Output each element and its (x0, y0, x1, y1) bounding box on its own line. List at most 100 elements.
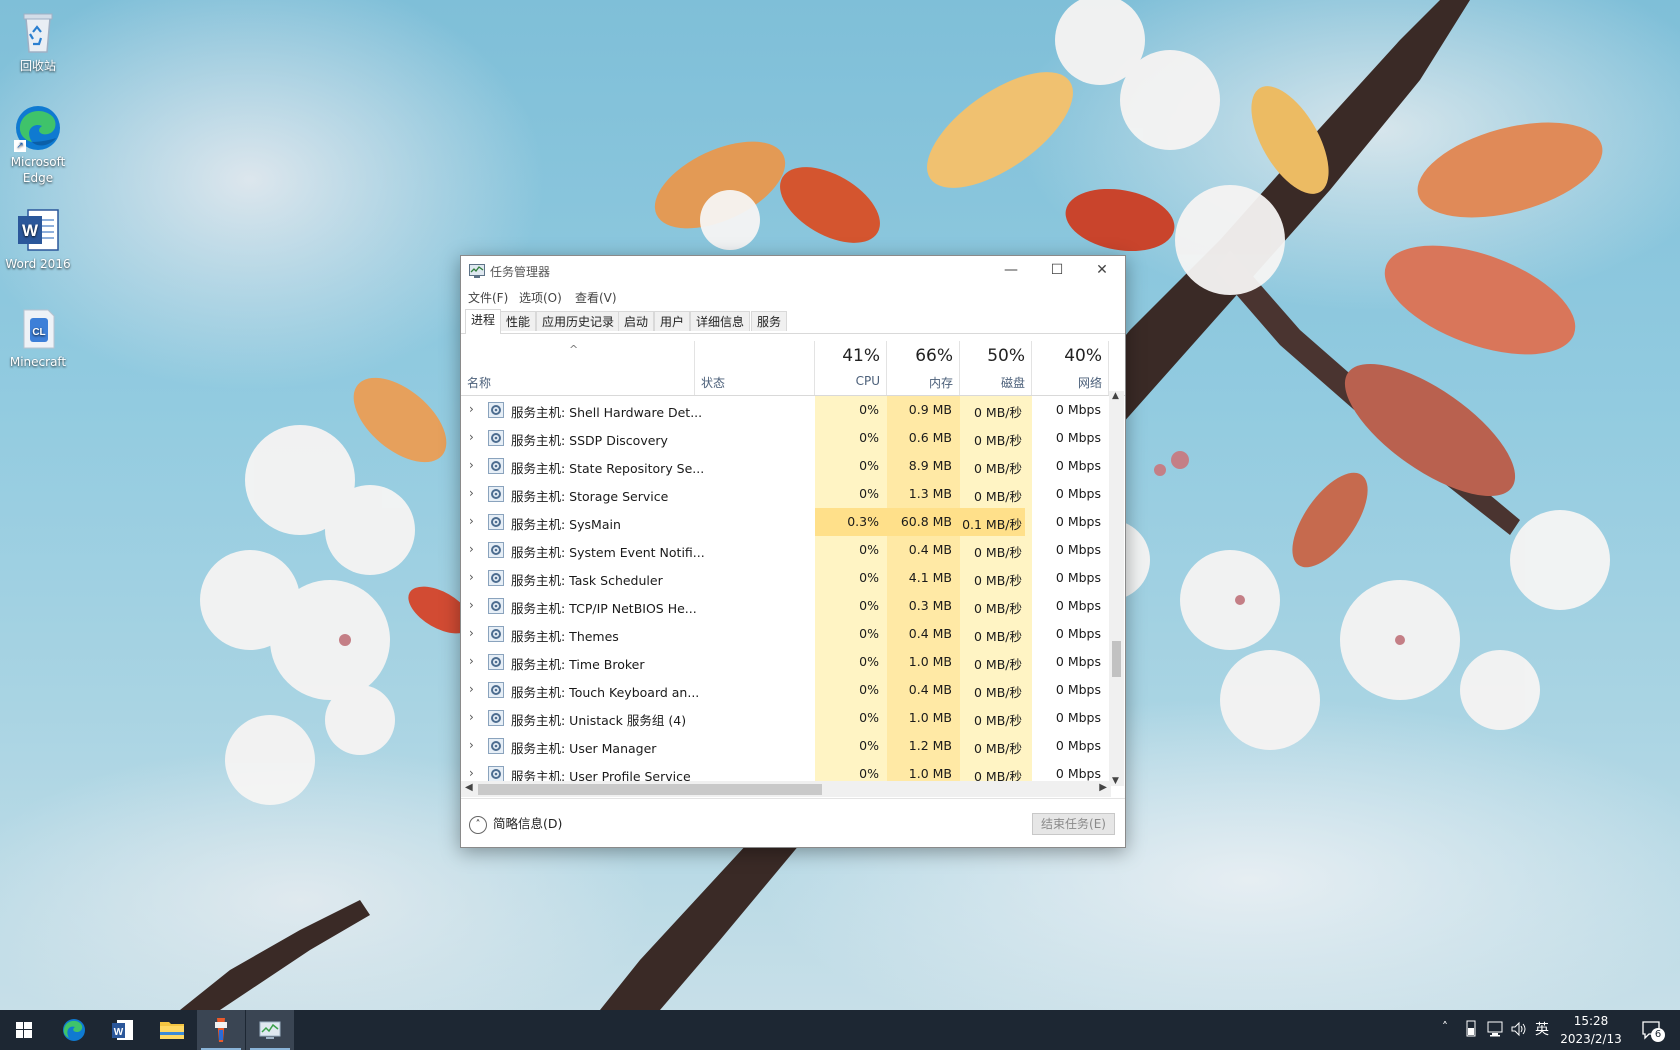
minimize-button[interactable]: — (988, 256, 1034, 286)
desktop-icon-recycle-bin[interactable]: 回收站 (0, 8, 76, 74)
expand-chevron-icon[interactable]: › (469, 486, 474, 500)
process-row[interactable]: › 服务主机: Shell Hardware Det... 0% 0.9 MB 0 MB… (461, 396, 1111, 424)
sort-ascending-icon: ^ (569, 343, 579, 356)
menu-file[interactable]: 文件(F) (468, 289, 508, 306)
scroll-up-icon[interactable]: ▲ (1112, 391, 1119, 401)
expand-chevron-icon[interactable]: › (469, 402, 474, 416)
clock[interactable]: 15:28 2023/2/13 (1556, 1012, 1626, 1048)
process-network: 0 Mbps (1055, 766, 1101, 781)
process-cpu: 0% (859, 626, 879, 641)
process-disk: 0 MB/秒 (974, 573, 1022, 588)
taskbar-word-button[interactable]: W (99, 1010, 147, 1050)
process-row[interactable]: › 服务主机: User Profile Service 0% 1.0 MB 0 MB/… (461, 760, 1111, 781)
process-disk: 0 MB/秒 (974, 489, 1022, 504)
expand-chevron-icon[interactable]: › (469, 514, 474, 528)
process-row[interactable]: › 服务主机: Task Scheduler 0% 4.1 MB 0 MB/秒 0 Mbp… (461, 564, 1111, 592)
desktop-icon-word[interactable]: W Word 2016 (0, 206, 76, 272)
battery-icon[interactable] (1464, 1020, 1478, 1042)
scroll-down-icon[interactable]: ▼ (1112, 776, 1119, 786)
network-icon[interactable] (1486, 1020, 1504, 1042)
process-row[interactable]: › 服务主机: Storage Service 0% 1.3 MB 0 MB/秒 0 Mb… (461, 480, 1111, 508)
close-button[interactable]: ✕ (1079, 256, 1125, 286)
taskbar-task-manager-button[interactable] (246, 1010, 294, 1050)
process-network: 0 Mbps (1055, 626, 1101, 641)
process-memory: 1.0 MB (908, 654, 952, 669)
tab-processes[interactable]: 进程 (465, 309, 502, 334)
column-memory[interactable]: 66% 内存 (887, 341, 960, 395)
chevron-up-circle-icon: ˄ (469, 815, 487, 834)
process-row[interactable]: › 服务主机: SysMain 0.3% 60.8 MB 0.1 MB/秒 0 Mbps (461, 508, 1111, 536)
input-method-indicator[interactable]: 英 (1535, 1019, 1549, 1039)
memory-total-percent: 66% (915, 346, 953, 366)
tab-users[interactable]: 用户 (654, 311, 691, 331)
process-row[interactable]: › 服务主机: Touch Keyboard an... 0% 0.4 MB 0 MB/… (461, 676, 1111, 704)
column-cpu[interactable]: 41% CPU (815, 341, 887, 395)
svg-text:W: W (22, 221, 39, 240)
expand-chevron-icon[interactable]: › (469, 738, 474, 752)
tab-startup[interactable]: 启动 (618, 311, 655, 331)
taskbar-file-explorer-button[interactable] (148, 1010, 196, 1050)
process-row[interactable]: › 服务主机: Time Broker 0% 1.0 MB 0 MB/秒 0 Mbps (461, 648, 1111, 676)
column-memory-label: 内存 (928, 376, 953, 390)
menu-view[interactable]: 查看(V) (575, 289, 617, 306)
maximize-button[interactable]: ☐ (1034, 256, 1080, 286)
desktop-icon-label: Minecraft (9, 355, 67, 369)
column-name[interactable]: ^ 名称 (461, 341, 695, 395)
process-row[interactable]: › 服务主机: System Event Notifi... 0% 0.4 MB 0 M… (461, 536, 1111, 564)
expand-chevron-icon[interactable]: › (469, 458, 474, 472)
window-footer: ˄ 简略信息(D) 结束任务(E) (461, 798, 1125, 848)
process-memory: 1.2 MB (908, 738, 952, 753)
horizontal-scroll-thumb[interactable] (478, 784, 822, 795)
column-disk[interactable]: 50% 磁盘 (960, 341, 1032, 395)
service-gear-icon (488, 598, 504, 614)
show-hidden-icons-chevron-icon[interactable]: ˄ (1442, 1020, 1448, 1034)
process-row[interactable]: › 服务主机: State Repository Se... 0% 8.9 MB 0 M… (461, 452, 1111, 480)
expand-chevron-icon[interactable]: › (469, 570, 474, 584)
expand-chevron-icon[interactable]: › (469, 710, 474, 724)
expand-chevron-icon[interactable]: › (469, 430, 474, 444)
expand-chevron-icon[interactable]: › (469, 542, 474, 556)
tab-app-history[interactable]: 应用历史记录 (536, 311, 621, 331)
title-bar[interactable]: 任务管理器 — ☐ ✕ (461, 256, 1125, 286)
process-row[interactable]: › 服务主机: SSDP Discovery 0% 0.6 MB 0 MB/秒 0 Mbp… (461, 424, 1111, 452)
scroll-right-icon[interactable]: ▶ (1099, 782, 1107, 793)
vertical-scroll-thumb[interactable] (1112, 641, 1121, 677)
expand-chevron-icon[interactable]: › (469, 626, 474, 640)
horizontal-scrollbar[interactable]: ◀ ▶ (461, 781, 1111, 797)
expand-chevron-icon[interactable]: › (469, 598, 474, 612)
tab-performance[interactable]: 性能 (500, 311, 537, 331)
task-manager-window[interactable]: 任务管理器 — ☐ ✕ 文件(F) 选项(O) 查看(V) 进程 性能 应用历史… (460, 255, 1126, 848)
process-name: 服务主机: Storage Service (511, 489, 669, 504)
process-disk: 0 MB/秒 (974, 601, 1022, 616)
start-button[interactable] (0, 1010, 48, 1050)
volume-icon[interactable] (1510, 1020, 1528, 1042)
process-row[interactable]: › 服务主机: TCP/IP NetBIOS He... 0% 0.3 MB 0 MB/… (461, 592, 1111, 620)
expand-chevron-icon[interactable]: › (469, 654, 474, 668)
column-status[interactable]: 状态 (695, 341, 815, 395)
vertical-scrollbar[interactable]: ▲ ▼ (1109, 391, 1124, 786)
taskbar-edge-button[interactable] (50, 1010, 98, 1050)
scroll-left-icon[interactable]: ◀ (465, 782, 473, 793)
desktop-icon-minecraft[interactable]: CL Minecraft (0, 304, 76, 370)
expand-chevron-icon[interactable]: › (469, 682, 474, 696)
process-name: 服务主机: Time Broker (511, 657, 645, 672)
menu-options[interactable]: 选项(O) (519, 289, 562, 306)
process-row[interactable]: › 服务主机: Themes 0% 0.4 MB 0 MB/秒 0 Mbps (461, 620, 1111, 648)
action-center-button[interactable]: 6 (1640, 1018, 1665, 1046)
fewer-details-button[interactable]: ˄ 简略信息(D) (469, 813, 562, 834)
column-network[interactable]: 40% 网络 (1032, 341, 1109, 395)
process-row[interactable]: › 服务主机: User Manager 0% 1.2 MB 0 MB/秒 0 Mbps (461, 732, 1111, 760)
task-manager-app-icon (259, 1021, 281, 1039)
process-name: 服务主机: Unistack 服务组 (4) (511, 713, 687, 728)
expand-chevron-icon[interactable]: › (469, 766, 474, 780)
process-memory: 1.3 MB (908, 486, 952, 501)
tab-details[interactable]: 详细信息 (690, 311, 751, 331)
service-gear-icon (488, 682, 504, 698)
process-disk: 0 MB/秒 (974, 545, 1022, 560)
desktop-icon-edge[interactable]: ↗ Microsoft Edge (0, 104, 76, 186)
taskbar-minecraft-button[interactable] (197, 1010, 245, 1050)
taskbar: W ˄ 英 15:28 2023/2/13 6 (0, 1010, 1680, 1050)
end-task-button[interactable]: 结束任务(E) (1032, 813, 1115, 835)
process-row[interactable]: › 服务主机: Unistack 服务组 (4) 0% 1.0 MB 0 MB/秒 0 M… (461, 704, 1111, 732)
tab-services[interactable]: 服务 (751, 311, 788, 331)
